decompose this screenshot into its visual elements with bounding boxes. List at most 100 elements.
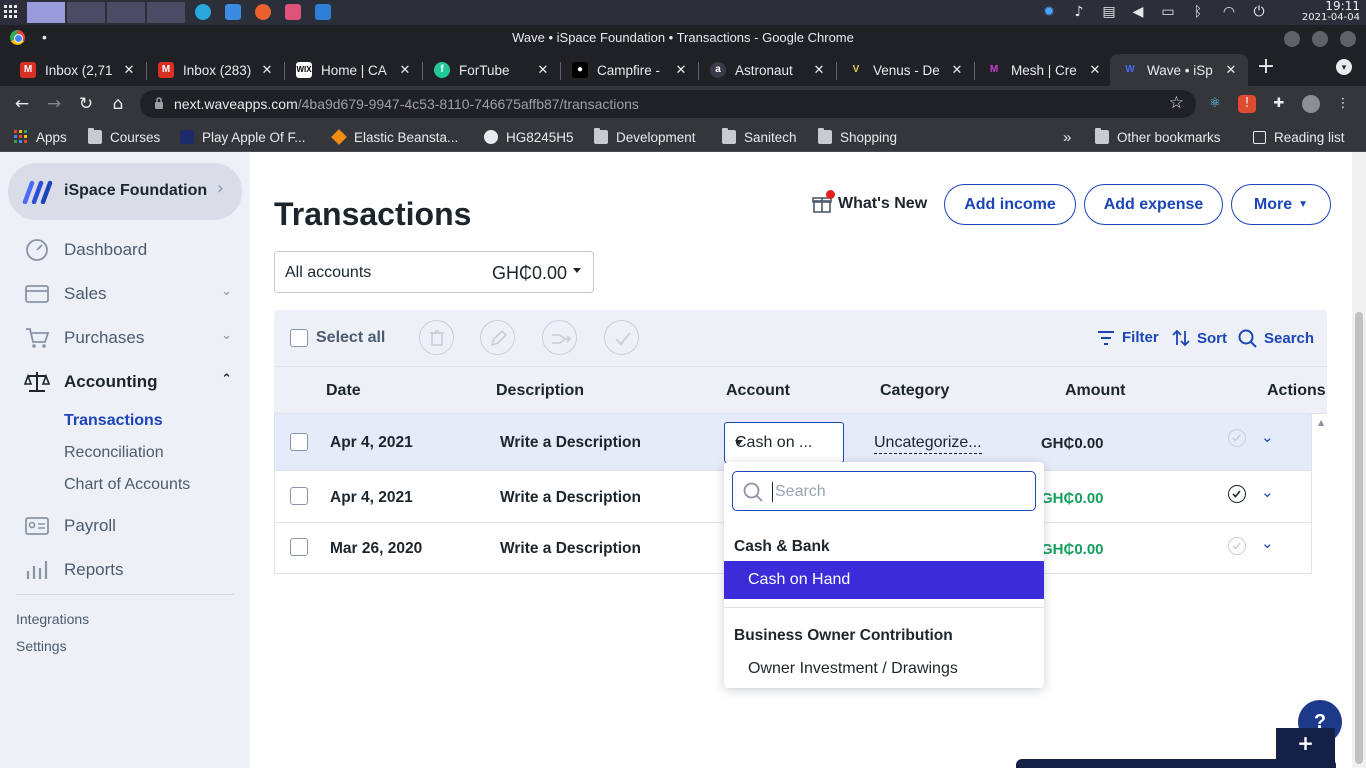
power-icon[interactable]: ⏻ [1251,4,1267,20]
bookmark-development[interactable]: Development [594,128,696,146]
close-window-button[interactable] [1340,31,1356,47]
chevron-down-icon[interactable]: ⌄ [1261,534,1274,552]
bookmark-hg[interactable]: HG8245H5 [484,128,574,146]
tab-wix[interactable]: WIX Home | CA ✕ [284,54,422,86]
profile-avatar[interactable] [1302,95,1320,113]
new-tab-button[interactable]: + [1256,56,1276,78]
settings-tray-icon[interactable]: ✹ [1041,4,1057,20]
column-header-description[interactable]: Description [496,382,584,400]
row-checkbox[interactable] [290,487,308,505]
whats-new-button[interactable]: What's New [812,190,927,214]
workspace-2[interactable] [67,2,105,23]
filter-button[interactable]: Filter [1097,329,1159,346]
reading-list[interactable]: Reading list [1253,128,1345,146]
notifications-icon[interactable]: ♪ [1071,4,1087,20]
settings-link[interactable]: Settings [16,638,67,654]
battery-icon[interactable]: ▭ [1160,4,1176,20]
row-amount[interactable]: GH₵0.00 [1041,541,1104,558]
chrome-menu-icon[interactable]: ⋮ [1334,95,1352,113]
account-search-input[interactable]: Search [732,471,1036,511]
bookmark-play-apple[interactable]: Play Apple Of F... [180,128,306,146]
close-icon[interactable]: ✕ [948,63,966,78]
row-category-select[interactable]: Uncategorize... [874,434,982,454]
menu-option-cash-on-hand[interactable]: Cash on Hand [724,561,1044,599]
firefox-icon[interactable] [255,4,271,20]
row-description[interactable]: Write a Description [500,540,641,558]
chevron-down-icon[interactable]: ⌄ [1261,428,1274,446]
more-button[interactable]: More ▼ [1231,184,1331,225]
minimize-button[interactable] [1284,31,1300,47]
row-checkbox[interactable] [290,433,308,451]
sidebar-subitem-transactions[interactable]: Transactions [64,412,163,430]
column-header-category[interactable]: Category [880,382,949,400]
close-icon[interactable]: ✕ [810,63,828,78]
address-bar[interactable]: next.waveapps.com/4ba9d679-9947-4c53-811… [140,90,1196,118]
row-amount[interactable]: GH₵0.00 [1041,490,1104,507]
column-header-date[interactable]: Date [326,382,361,400]
page-scrollbar[interactable] [1352,152,1366,768]
workspace-1[interactable] [27,2,65,23]
close-icon[interactable]: ✕ [534,63,552,78]
sidebar-subitem-reconciliation[interactable]: Reconciliation [64,444,164,462]
chat-widget-bar[interactable] [1016,759,1336,768]
sidebar-item-purchases[interactable]: Purchases ⌄ [24,324,240,352]
integrations-link[interactable]: Integrations [16,611,89,627]
sidebar-subitem-chart-of-accounts[interactable]: Chart of Accounts [64,476,190,494]
sort-button[interactable]: Sort [1172,329,1227,347]
tab-astronaut[interactable]: a Astronaut ✕ [698,54,836,86]
row-account-select[interactable]: Cash on ... [724,422,844,463]
bookmark-other[interactable]: Other bookmarks [1095,128,1221,146]
files-icon[interactable] [225,4,241,20]
sidebar-item-sales[interactable]: Sales ⌄ [24,280,240,308]
bookmark-shopping[interactable]: Shopping [818,128,897,146]
tab-gmail-1[interactable]: M Inbox (2,71 ✕ [8,54,146,86]
row-description[interactable]: Write a Description [500,434,641,452]
merge-bulk-button[interactable] [542,320,577,355]
scroll-up-arrow-icon[interactable]: ▲ [1318,418,1324,427]
app-grid-icon[interactable] [4,5,18,19]
row-description[interactable]: Write a Description [500,489,641,507]
tab-search-button[interactable]: ▾ [1336,59,1352,75]
menu-option-owner-investment[interactable]: Owner Investment / Drawings [724,650,1044,688]
scrollbar-thumb[interactable] [1355,312,1363,764]
sidebar-item-payroll[interactable]: Payroll [24,512,240,540]
column-header-amount[interactable]: Amount [1065,382,1125,400]
select-all-checkbox[interactable] [290,329,308,347]
close-icon[interactable]: ✕ [672,63,690,78]
bookmark-courses[interactable]: Courses [88,128,160,146]
bookmark-elastic[interactable]: Elastic Beansta... [331,128,458,146]
close-icon[interactable]: ✕ [258,63,276,78]
reload-button[interactable]: ↻ [75,93,97,115]
system-clock[interactable]: 19:11 2021-04-04 [1300,0,1360,24]
sidebar-item-dashboard[interactable]: Dashboard [24,236,240,264]
close-icon[interactable]: ✕ [120,63,138,78]
close-icon[interactable]: ✕ [396,63,414,78]
tab-venus[interactable]: V Venus - De ✕ [836,54,974,86]
bluetooth-icon[interactable]: ᛒ [1190,4,1206,20]
select-all-label[interactable]: Select all [316,329,385,347]
wifi-icon[interactable]: ◠ [1221,4,1237,20]
add-income-button[interactable]: Add income [944,184,1076,225]
telegram-icon[interactable] [195,4,211,20]
clipboard-icon[interactable]: ▤ [1101,4,1117,20]
edit-bulk-button[interactable] [480,320,515,355]
tab-campfire[interactable]: ● Campfire - ✕ [560,54,698,86]
account-filter-select[interactable]: All accounts GH₵0.00 [274,251,594,293]
search-button[interactable]: Search [1238,329,1314,348]
review-status-icon[interactable] [1228,537,1246,555]
column-header-account[interactable]: Account [726,382,790,400]
workspace-3[interactable] [107,2,145,23]
bookmark-star-icon[interactable]: ☆ [1169,93,1184,113]
reviewed-check-icon[interactable] [1228,485,1246,503]
close-icon[interactable]: ✕ [1086,63,1104,78]
vscode-icon[interactable] [315,4,331,20]
close-icon[interactable]: ✕ [1222,63,1240,78]
workspace-4[interactable] [147,2,185,23]
bookmark-apps[interactable]: Apps [14,128,67,146]
maximize-button[interactable] [1312,31,1328,47]
extensions-puzzle-icon[interactable]: ✚ [1270,95,1288,113]
tab-gmail-2[interactable]: M Inbox (283) ✕ [146,54,284,86]
bookmark-sanitech[interactable]: Sanitech [722,128,797,146]
tab-fortube[interactable]: f ForTube ✕ [422,54,560,86]
review-bulk-button[interactable] [604,320,639,355]
